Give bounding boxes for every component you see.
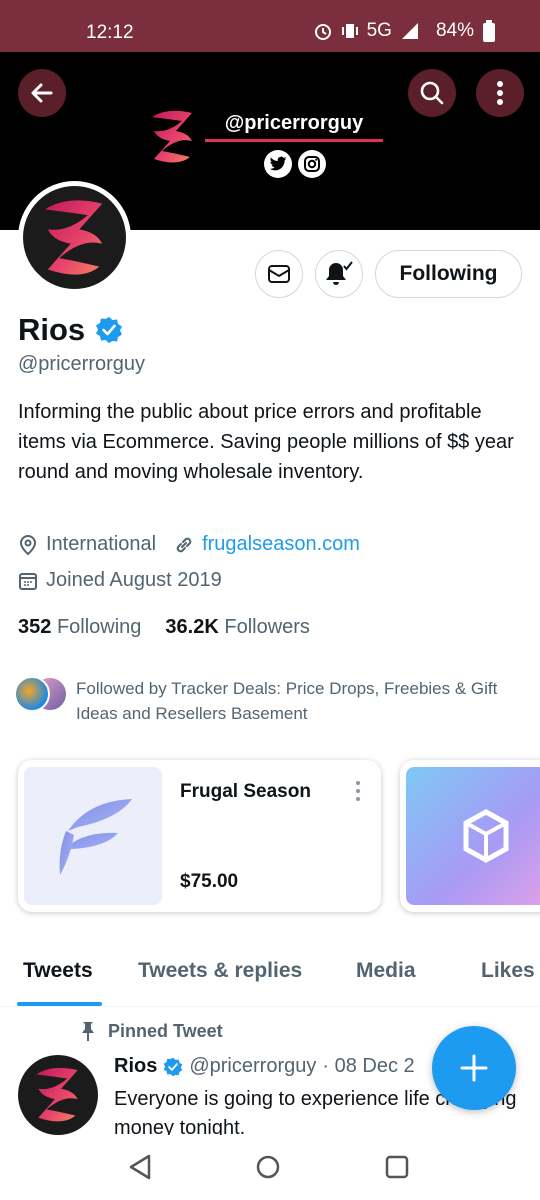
profile-handle: @pricerrorguy: [18, 353, 146, 375]
tweet-avatar[interactable]: [18, 1055, 98, 1135]
follower-avatar: [14, 676, 50, 712]
tweet-author-handle: @pricerrorguy: [189, 1055, 317, 1077]
banner-social-icons: [264, 150, 326, 178]
shop-item-card[interactable]: [400, 760, 540, 912]
display-name: Rios: [18, 312, 86, 347]
verified-badge-icon: [96, 317, 123, 343]
more-vertical-icon: [497, 81, 503, 105]
back-arrow-icon: [31, 83, 53, 103]
tab-tweets[interactable]: Tweets: [23, 959, 93, 983]
nav-recents-icon[interactable]: [384, 1153, 410, 1181]
pinned-label: Pinned Tweet: [80, 1020, 223, 1042]
banner-divider: [205, 139, 383, 142]
banner-handle: @pricerrorguy: [224, 112, 364, 134]
banner-logo-icon: [152, 110, 192, 163]
mail-icon: [268, 265, 290, 283]
followed-by[interactable]: Followed by Tracker Deals: Price Drops, …: [14, 676, 526, 726]
profile-bio: Informing the public about price errors …: [18, 401, 514, 483]
joined: Joined August 2019: [18, 569, 222, 592]
website[interactable]: frugalseason.com: [174, 533, 360, 556]
profile-avatar[interactable]: [18, 181, 131, 294]
battery-label: 84%: [435, 20, 474, 41]
cube-logo-icon: [463, 809, 509, 863]
follow-counts: 352 Following 36.2K Followers: [18, 616, 310, 639]
compose-tweet-button[interactable]: [432, 1026, 516, 1110]
following-count-link[interactable]: 352 Following: [18, 616, 141, 639]
tweet-date: · 08 Dec 2: [322, 1055, 415, 1077]
profile-tabs: Tweets Tweets & replies Media Likes: [0, 945, 540, 1007]
search-icon: [420, 81, 444, 105]
tab-likes[interactable]: Likes: [481, 959, 535, 983]
alarm-icon: [314, 24, 331, 40]
following-count: 352: [18, 616, 52, 638]
avatar-image: [23, 186, 126, 289]
vibrate-icon: [341, 24, 358, 38]
website-link[interactable]: frugalseason.com: [202, 533, 360, 556]
pin-icon: [82, 1022, 94, 1041]
tweet-author-name[interactable]: Rios: [114, 1055, 157, 1078]
status-time: 12:12: [86, 22, 134, 43]
followers-count: 36.2K: [165, 616, 219, 638]
following-label: Following: [56, 616, 142, 638]
twitter-icon: [264, 150, 292, 178]
search-button[interactable]: [408, 69, 456, 117]
nav-home-icon[interactable]: [255, 1153, 281, 1181]
meta-location-website: International frugalseason.com: [18, 533, 360, 556]
link-icon: [176, 537, 192, 552]
bell-checked-icon: [326, 261, 353, 285]
more-vertical-icon[interactable]: [348, 780, 368, 802]
shop-item-title: Frugal Season: [180, 781, 311, 802]
followers-count-link[interactable]: 36.2K Followers: [165, 616, 310, 639]
calendar-icon: [19, 572, 37, 590]
tab-media[interactable]: Media: [356, 959, 416, 983]
avatar-logo-icon: [44, 199, 102, 275]
meta-joined: Joined August 2019: [18, 569, 222, 592]
tab-tweets-replies[interactable]: Tweets & replies: [138, 959, 302, 983]
followed-by-avatars: [14, 676, 70, 714]
location-text: International: [46, 533, 157, 555]
message-button[interactable]: [255, 250, 303, 298]
avatar-logo-icon: [36, 1067, 78, 1122]
location-pin-icon: [19, 534, 37, 555]
location: International: [18, 533, 156, 556]
followers-label: Followers: [224, 616, 310, 638]
status-bar: 12:12 5G 84%: [0, 0, 540, 52]
pinned-text: Pinned Tweet: [108, 1020, 223, 1041]
frugal-season-logo-icon: [59, 799, 132, 875]
notifications-button[interactable]: [315, 250, 363, 298]
back-button[interactable]: [18, 69, 66, 117]
status-icons: 5G 84%: [313, 20, 496, 42]
verified-badge-icon: [164, 1057, 183, 1076]
signal-icon: [401, 23, 418, 39]
followed-by-text: Followed by Tracker Deals: Price Drops, …: [76, 679, 498, 723]
more-options-button[interactable]: [476, 69, 524, 117]
network-label: 5G: [366, 20, 392, 41]
system-nav-bar: [0, 1135, 540, 1200]
nav-back-icon[interactable]: [127, 1153, 153, 1181]
name-row: Rios: [18, 312, 123, 348]
shop-item-image: [24, 767, 162, 905]
joined-text: Joined August 2019: [46, 569, 222, 591]
shop-item-card[interactable]: Frugal Season $75.00: [18, 760, 381, 912]
shop-item-image: [406, 767, 540, 905]
shop-item-price: $75.00: [180, 871, 239, 892]
battery-icon: [483, 20, 495, 42]
active-tab-indicator: [17, 1002, 102, 1006]
instagram-icon: [298, 150, 326, 178]
following-button[interactable]: Following: [375, 250, 522, 298]
plus-icon: [460, 1054, 488, 1082]
